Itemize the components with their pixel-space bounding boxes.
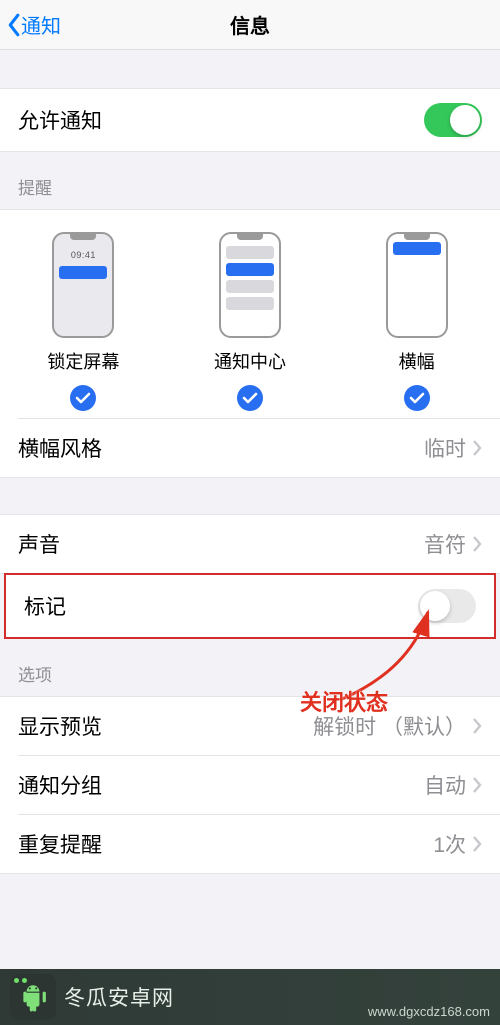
chevron-right-icon [472, 776, 482, 794]
sound-value: 音符 [424, 529, 466, 559]
grouping-value: 自动 [424, 770, 466, 800]
alerts-header: 提醒 [0, 152, 500, 209]
chevron-right-icon [472, 835, 482, 853]
sound-label: 声音 [18, 529, 424, 559]
badge-toggle[interactable] [418, 589, 476, 623]
lock-screen-preview-icon: 09:41 [52, 232, 114, 338]
sound-row[interactable]: 声音 音符 [0, 515, 500, 573]
badge-row[interactable]: 标记 [6, 575, 494, 637]
page-title: 信息 [0, 10, 500, 39]
badge-label: 标记 [24, 591, 418, 621]
android-logo-icon [10, 974, 56, 1020]
alert-option-banner[interactable]: 横幅 [334, 232, 499, 412]
footer-brand: 冬瓜安卓网 [64, 982, 174, 1012]
banner-preview-icon [386, 232, 448, 338]
options-header: 选项 [0, 639, 500, 696]
preview-label: 显示预览 [18, 711, 313, 741]
options-group: 显示预览 解锁时 （默认） 通知分组 自动 重复提醒 1次 [0, 696, 500, 874]
check-circle-icon [403, 384, 431, 412]
alert-label: 通知中心 [214, 348, 286, 374]
grouping-row[interactable]: 通知分组 自动 [0, 756, 500, 814]
nav-bar: 通知 信息 [0, 0, 500, 50]
chevron-left-icon [6, 13, 21, 37]
allow-label: 允许通知 [18, 105, 424, 135]
alert-label: 锁定屏幕 [47, 348, 119, 374]
preview-value: 解锁时 （默认） [313, 711, 466, 741]
badge-highlight-box: 标记 [4, 573, 496, 639]
check-circle-icon [69, 384, 97, 412]
chevron-right-icon [472, 717, 482, 735]
chevron-right-icon [472, 439, 482, 457]
repeat-row[interactable]: 重复提醒 1次 [0, 815, 500, 873]
alert-label: 横幅 [399, 348, 435, 374]
footer-watermark: 冬瓜安卓网 www.dgxcdz168.com [0, 969, 500, 1025]
alerts-group: 09:41 锁定屏幕 通知中心 [0, 209, 500, 478]
chevron-right-icon [472, 535, 482, 553]
preview-row[interactable]: 显示预览 解锁时 （默认） [0, 697, 500, 755]
repeat-value: 1次 [433, 829, 466, 859]
allow-toggle[interactable] [424, 103, 482, 137]
allow-notifications-row[interactable]: 允许通知 [0, 89, 500, 151]
alert-option-center[interactable]: 通知中心 [167, 232, 332, 412]
banner-style-label: 横幅风格 [18, 433, 424, 463]
grouping-label: 通知分组 [18, 770, 424, 800]
notification-center-preview-icon [219, 232, 281, 338]
alert-style-row: 09:41 锁定屏幕 通知中心 [0, 210, 500, 418]
allow-group: 允许通知 [0, 88, 500, 152]
footer-url: www.dgxcdz168.com [368, 1004, 490, 1019]
banner-style-value: 临时 [424, 433, 466, 463]
alert-option-lock[interactable]: 09:41 锁定屏幕 [1, 232, 166, 412]
sound-badge-group: 声音 音符 [0, 514, 500, 574]
repeat-label: 重复提醒 [18, 829, 433, 859]
back-button[interactable]: 通知 [0, 10, 61, 39]
banner-style-row[interactable]: 横幅风格 临时 [0, 419, 500, 477]
back-label: 通知 [21, 10, 61, 39]
check-circle-icon [236, 384, 264, 412]
